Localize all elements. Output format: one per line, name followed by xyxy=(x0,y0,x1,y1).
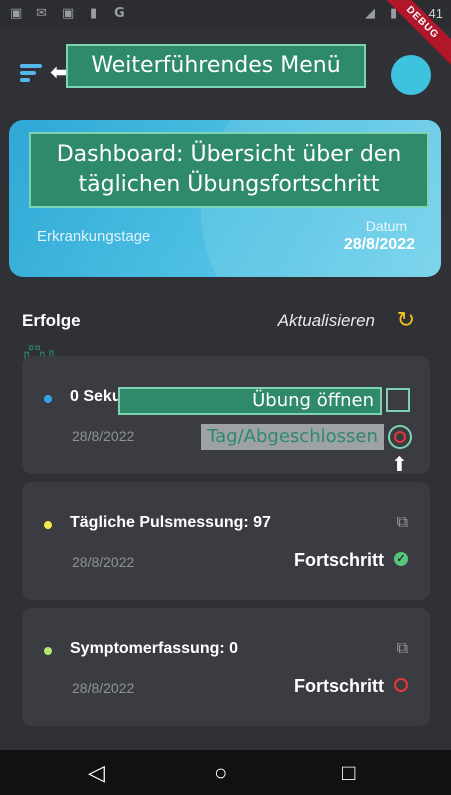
menu-icon[interactable] xyxy=(20,64,42,82)
illness-days-label: Erkrankungstage xyxy=(37,228,151,245)
refresh-label[interactable]: Aktualisieren xyxy=(278,311,375,331)
open-exercise-annotation: Übung öffnen xyxy=(118,387,382,415)
exercise-title: Symptomerfassung: 0 xyxy=(70,640,239,657)
exercise-date: 28/8/2022 xyxy=(72,428,135,444)
exercise-card[interactable]: Symptomerfassung: 0 28/8/2022 ⧉ Fortschr… xyxy=(22,608,430,726)
sd-card-icon: ▮ xyxy=(90,6,98,21)
menu-annotation: Weiterführendes Menü xyxy=(66,44,366,88)
mail-icon: ✉ xyxy=(36,6,47,21)
date-label: Datum xyxy=(365,218,407,234)
status-bar: ▣ ✉ ▣ ▮ G ◢ ▮ 41 DEBUG xyxy=(0,0,451,69)
exercise-card[interactable]: Tägliche Pulsmessung: 97 28/8/2022 ⧉ For… xyxy=(22,482,430,600)
exercise-date: 28/8/2022 xyxy=(72,554,135,570)
open-external-icon[interactable] xyxy=(386,388,410,412)
completion-status-icon[interactable] xyxy=(388,425,412,449)
status-dot xyxy=(44,521,52,529)
avatar[interactable] xyxy=(391,55,431,95)
status-dot xyxy=(44,395,52,403)
section-title: Erfolge xyxy=(22,311,81,330)
day-completed-annotation: Tag/Abgeschlossen xyxy=(201,424,384,450)
calendar-31-icon: ▣ xyxy=(62,6,75,21)
arrow-up-icon: ⬆ xyxy=(391,454,408,476)
open-external-icon[interactable]: ⧉ xyxy=(397,514,408,532)
check-circle-icon[interactable]: ✓ xyxy=(394,552,408,566)
dashboard-card: Dashboard: Übersicht über den täglichen … xyxy=(9,120,441,277)
exercise-title: 0 Seku xyxy=(70,388,122,405)
signal-icon: ◢ xyxy=(365,6,375,21)
recent-apps-icon[interactable]: □ xyxy=(342,760,355,786)
navigation-bar: ◁ ○ □ xyxy=(0,750,451,795)
calendar-31-icon: ▣ xyxy=(10,6,23,21)
empty-circle-icon[interactable] xyxy=(394,678,408,692)
exercise-card[interactable]: 0 Seku 28/8/2022 xyxy=(22,356,430,474)
progress-label: Fortschritt xyxy=(294,676,384,696)
open-external-icon[interactable]: ⧉ xyxy=(397,640,408,658)
google-icon: G xyxy=(114,6,125,21)
section-header: Erfolge Aktualisieren ↻ xyxy=(0,305,451,335)
status-dot xyxy=(44,647,52,655)
progress-label: Fortschritt xyxy=(294,550,384,570)
dashboard-annotation: Dashboard: Übersicht über den täglichen … xyxy=(29,132,429,208)
refresh-icon[interactable]: ↻ xyxy=(397,307,415,333)
exercise-date: 28/8/2022 xyxy=(72,680,135,696)
exercise-title: Tägliche Pulsmessung: 97 xyxy=(70,514,271,531)
date-value: 28/8/2022 xyxy=(343,236,415,253)
home-icon[interactable]: ○ xyxy=(214,760,227,786)
back-icon[interactable]: ◁ xyxy=(88,760,105,786)
